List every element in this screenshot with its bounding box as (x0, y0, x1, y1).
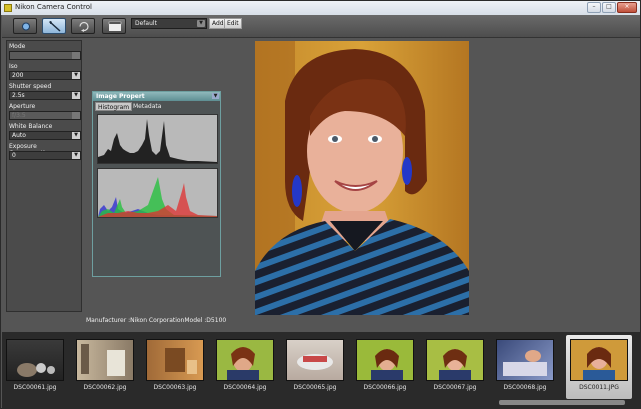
movie-button[interactable] (102, 18, 126, 34)
white-balance-dropdown[interactable]: Auto ▼ (9, 131, 81, 140)
thumbnail-item[interactable]: DSC00064.jpg (212, 335, 278, 399)
chevron-down-icon: ▼ (72, 92, 80, 99)
thumbnail-image (426, 339, 484, 381)
thumbnail-filename: DSC00065.jpg (293, 384, 337, 391)
window-title: Nikon Camera Control (15, 3, 92, 11)
thumbnail-item[interactable]: DSC00062.jpg (72, 335, 138, 399)
wand-icon (49, 21, 61, 32)
rotate-button[interactable] (71, 18, 95, 34)
image-properties-title[interactable]: Image Propert (93, 92, 220, 101)
preset-value: Default (135, 20, 157, 27)
thumbnail-image (6, 339, 64, 381)
thumbnail-filename: DSC00066.jpg (363, 384, 407, 391)
thumbnail-filename: DSC00062.jpg (83, 384, 127, 391)
thumbnail-filename: DSC00067.jpg (433, 384, 477, 391)
chevron-down-icon[interactable]: ▼ (212, 93, 219, 99)
camera-info-text: Manufacturer :Nikon CorporationModel :D5… (86, 317, 227, 324)
tab-metadata[interactable]: Metadata (131, 102, 163, 111)
luminance-histogram-graphic (98, 119, 217, 163)
thumbnail-image (356, 339, 414, 381)
luminance-histogram (97, 114, 218, 164)
thumbnail-image (286, 339, 344, 381)
exposure-compensation-value: 0 (12, 152, 16, 159)
iso-label: Iso (9, 63, 18, 70)
thumbnail-item[interactable]: DSC00066.jpg (352, 335, 418, 399)
chevron-down-icon: ▼ (197, 20, 205, 27)
thumbnail-image (570, 339, 628, 381)
thumbnail-image (496, 339, 554, 381)
shutter-speed-label: Shutter speed (9, 83, 52, 90)
thumbnail-scrollbar[interactable] (499, 400, 625, 405)
thumbnail-filename: DSC00068.jpg (503, 384, 547, 391)
portrait-photo (255, 41, 469, 315)
camera-properties-panel: Mode Iso 200 ▼ Shutter speed 2.5s ▼ Apertu… (6, 40, 82, 312)
rgb-histogram (97, 168, 218, 218)
thumbnail-filename: DSC00064.jpg (223, 384, 267, 391)
chevron-down-icon (72, 112, 80, 119)
thumbnail-item[interactable]: DSC00065.jpg (282, 335, 348, 399)
thumbnail-item[interactable]: DSC00068.jpg (492, 335, 558, 399)
iso-value: 200 (12, 72, 24, 79)
thumbnail-filename: DSC0011.JPG (579, 384, 619, 391)
maximize-button[interactable]: □ (602, 2, 616, 13)
thumbnail-image (76, 339, 134, 381)
window-controls: – □ × (587, 2, 637, 13)
image-properties-window[interactable]: Image Propert ▼ Histogram Metadata (92, 91, 221, 277)
mode-label: Mode (9, 43, 26, 50)
aperture-label: Aperture (9, 103, 36, 110)
edit-button[interactable]: Edit (224, 18, 242, 29)
white-balance-value: Auto (12, 132, 26, 139)
aperture-value: f/3.5 (12, 112, 26, 119)
thumbnail-filename: DSC00063.jpg (153, 384, 197, 391)
thumbnail-item[interactable]: DSC00067.jpg (422, 335, 488, 399)
thumbnail-strip: DSC00061.jpg DSC00062.jpg DSC00063.jpg D… (2, 332, 640, 408)
shutter-speed-value: 2.5s (12, 92, 25, 99)
mode-dropdown[interactable] (9, 51, 81, 60)
app-icon (4, 4, 12, 12)
thumbnail-image (146, 339, 204, 381)
chevron-down-icon: ▼ (72, 152, 80, 159)
tab-histogram[interactable]: Histogram (95, 102, 133, 111)
preset-dropdown[interactable]: Default ▼ (131, 18, 207, 29)
shutter-speed-dropdown[interactable]: 2.5s ▼ (9, 91, 81, 100)
iso-dropdown[interactable]: 200 ▼ (9, 71, 81, 80)
thumbnail-item[interactable]: DSC00063.jpg (142, 335, 208, 399)
title-bar: Nikon Camera Control – □ × (1, 1, 640, 15)
toolbar: Default ▼ Add Edit (2, 15, 640, 38)
capture-button[interactable] (13, 18, 37, 34)
rgb-histogram-graphic (98, 177, 217, 217)
rotate-icon (79, 21, 89, 32)
thumbnail-item[interactable]: DSC00061.jpg (2, 335, 68, 399)
chevron-down-icon (72, 52, 80, 59)
thumbnail-item-selected[interactable]: DSC0011.JPG (566, 335, 632, 399)
film-clapper-icon (108, 21, 122, 31)
main-photo-preview[interactable] (255, 41, 469, 315)
thumbnail-filename: DSC00061.jpg (13, 384, 57, 391)
exposure-compensation-dropdown[interactable]: 0 ▼ (9, 151, 81, 160)
aperture-dropdown[interactable]: f/3.5 (9, 111, 81, 120)
chevron-down-icon: ▼ (72, 132, 80, 139)
app-window: Nikon Camera Control – □ × Default ▼ Add… (0, 0, 641, 409)
close-button[interactable]: × (617, 2, 637, 13)
wand-button[interactable] (42, 18, 66, 34)
thumbnail-image (216, 339, 274, 381)
chevron-down-icon: ▼ (72, 72, 80, 79)
capture-icon (22, 22, 30, 31)
white-balance-label: White Balance (9, 123, 53, 130)
minimize-button[interactable]: – (587, 2, 601, 13)
